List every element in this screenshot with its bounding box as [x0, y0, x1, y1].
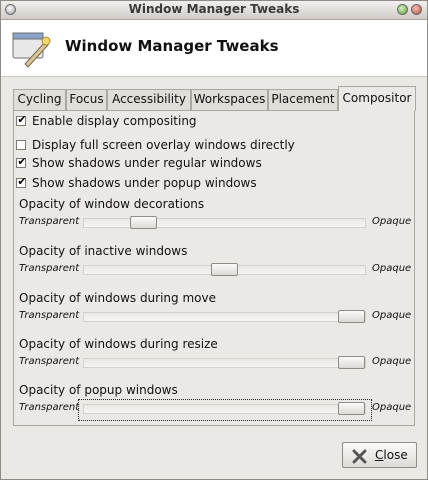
slider-handle[interactable]	[211, 263, 238, 276]
opaque-label: Opaque	[372, 310, 412, 321]
dialog-title: Window Manager Tweaks	[65, 37, 279, 55]
checkbox-box[interactable]: ✔	[16, 175, 27, 188]
slider-handle[interactable]	[338, 402, 365, 415]
window: Window Manager Tweaks Window Manager Twe…	[0, 0, 428, 480]
transparent-label: Transparent	[19, 216, 80, 227]
tab-accessibility[interactable]: Accessibility	[107, 89, 191, 110]
tab-placement[interactable]: Placement	[268, 89, 338, 110]
slider-handle[interactable]	[338, 310, 365, 323]
close-x-icon	[352, 448, 368, 464]
title-bar[interactable]: Window Manager Tweaks	[1, 1, 427, 20]
close-window-button[interactable]	[411, 4, 422, 15]
opaque-label: Opaque	[372, 216, 412, 227]
maximize-button[interactable]	[397, 4, 408, 15]
checkbox-label: Show shadows under regular windows	[32, 156, 262, 170]
checkbox-label: Show shadows under popup windows	[32, 176, 257, 190]
inactive-opacity-label: Opacity of inactive windows	[19, 244, 188, 258]
checkbox-box[interactable]	[16, 140, 26, 150]
tab-cycling[interactable]: Cycling	[13, 89, 66, 110]
checkmark-icon: ✔	[17, 155, 27, 168]
close-button-label: Close	[375, 448, 408, 462]
transparent-label: Transparent	[19, 310, 80, 321]
checkbox-label: Display full screen overlay windows dire…	[32, 138, 295, 152]
slider-handle[interactable]	[130, 216, 157, 229]
move-opacity-slider[interactable]	[83, 310, 366, 323]
transparent-label: Transparent	[19, 402, 80, 413]
checkbox-box[interactable]: ✔	[16, 155, 27, 168]
slider-handle[interactable]	[338, 356, 365, 369]
opaque-label: Opaque	[372, 402, 412, 413]
checkmark-icon: ✔	[17, 113, 27, 126]
popup-opacity-label: Opacity of popup windows	[19, 383, 178, 397]
tab-compositor[interactable]: Compositor	[338, 86, 416, 111]
tab-workspaces[interactable]: Workspaces	[191, 89, 268, 110]
transparent-label: Transparent	[19, 263, 80, 274]
transparent-label: Transparent	[19, 356, 80, 367]
resize-opacity-slider[interactable]	[83, 356, 366, 369]
tab-focus[interactable]: Focus	[66, 89, 107, 110]
checkbox-label: Enable display compositing	[32, 114, 197, 128]
opaque-label: Opaque	[372, 356, 412, 367]
settings-window-icon	[11, 28, 51, 68]
resize-opacity-label: Opacity of windows during resize	[19, 337, 218, 351]
close-button[interactable]: Close	[342, 442, 417, 468]
opaque-label: Opaque	[372, 263, 412, 274]
popup-opacity-slider[interactable]	[83, 402, 366, 415]
checkbox-box[interactable]: ✔	[16, 113, 27, 126]
decorations-opacity-label: Opacity of window decorations	[19, 197, 205, 211]
move-opacity-label: Opacity of windows during move	[19, 291, 216, 305]
checkmark-icon: ✔	[17, 175, 27, 188]
decorations-opacity-slider[interactable]	[83, 216, 366, 229]
inactive-opacity-slider[interactable]	[83, 263, 366, 276]
window-title: Window Manager Tweaks	[128, 2, 300, 16]
dialog-header: Window Manager Tweaks	[1, 20, 427, 77]
